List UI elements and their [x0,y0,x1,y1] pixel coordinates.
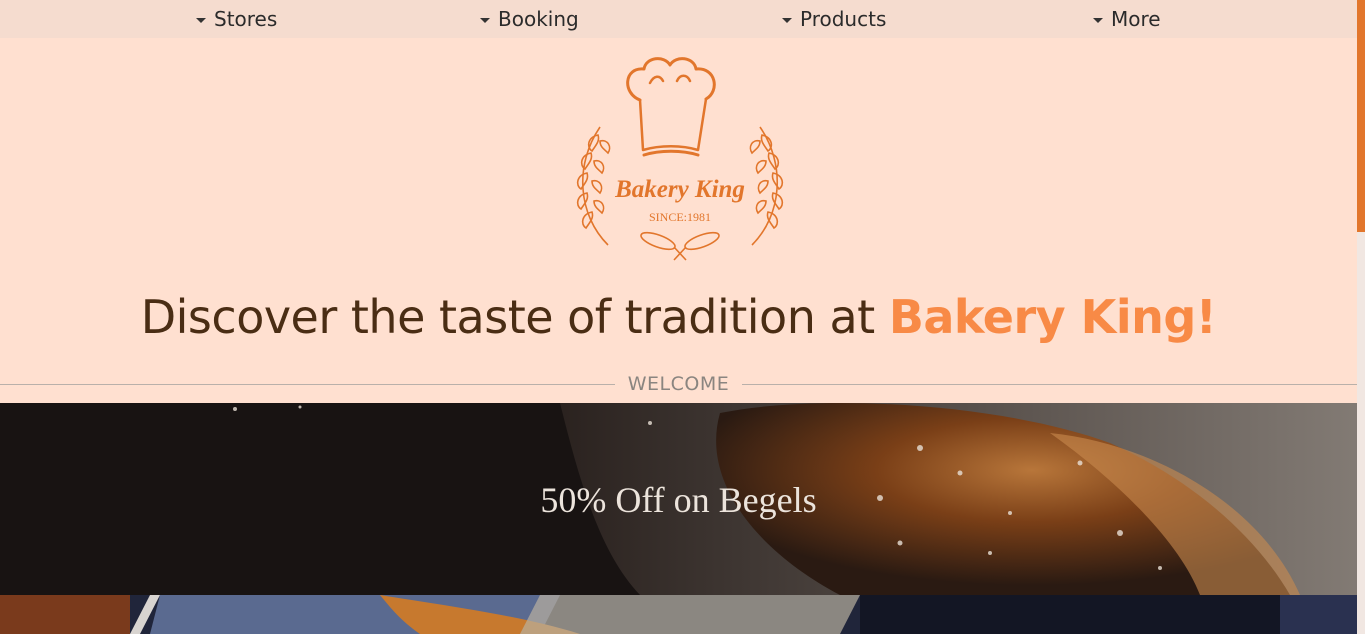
hero-headline: Discover the taste of tradition at Baker… [0,290,1357,344]
nav-item-more[interactable]: More [1093,0,1161,38]
top-nav: Stores Booking Products More [0,0,1357,38]
nav-item-stores[interactable]: Stores [196,0,277,38]
logo-name-text: Bakery King [614,176,745,203]
caret-down-icon [782,17,792,23]
banner-title: 50% Off on Begels [540,480,817,520]
nav-item-products[interactable]: Products [782,0,886,38]
nav-item-booking[interactable]: Booking [480,0,579,38]
welcome-divider: WELCOME [0,373,1357,397]
second-banner[interactable] [0,595,1357,634]
headline-accent: Bakery King! [888,290,1217,344]
nav-item-label: Products [800,7,887,31]
pastry-background-image [0,595,1357,634]
nav-item-label: Booking [498,7,579,31]
page-scrollbar[interactable] [1357,0,1365,634]
caret-down-icon [1093,17,1103,23]
caret-down-icon [196,17,206,23]
nav-item-label: Stores [214,7,278,31]
logo-since-text: SINCE:1981 [649,210,711,224]
nav-item-label: More [1111,7,1161,31]
chef-hat-wheat-logo-icon: Bakery King SINCE:1981 [576,57,784,261]
headline-main: Discover the taste of tradition at [140,290,889,344]
scrollbar-thumb[interactable] [1357,0,1365,232]
caret-down-icon [480,17,490,23]
section-label: WELCOME [619,373,738,395]
bakery-logo[interactable]: Bakery King SINCE:1981 [560,55,800,270]
promo-banner[interactable]: 50% Off on Begels [0,403,1357,595]
